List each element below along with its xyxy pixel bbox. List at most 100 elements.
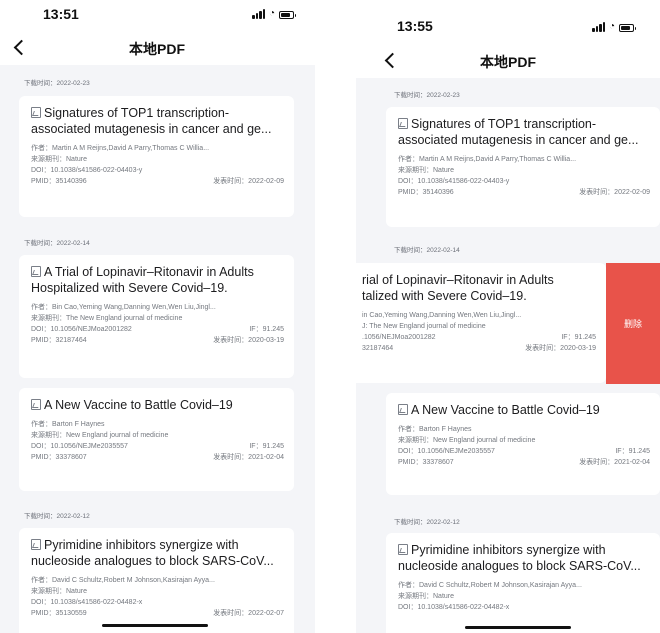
pdf-card-title: Signatures of TOP1 transcription-associa…	[31, 106, 272, 136]
publish-date: 发表时间：2022-02-09	[579, 189, 650, 196]
authors: 作者：David C Schultz,Robert M Johnson,Kasi…	[398, 582, 582, 589]
pdf-card-meta: in Cao,Yeming Wang,Danning Wen,Wen Liu,J…	[362, 310, 596, 354]
doi: .1056/NEJMoa2001282	[362, 334, 436, 341]
doi-row: DOI：10.1056/NEJMoa2001282 IF：91.245	[31, 324, 284, 335]
pdf-card-meta: 作者：Bin Cao,Yeming Wang,Danning Wen,Wen L…	[31, 302, 284, 346]
pdf-card[interactable]: A New Vaccine to Battle Covid–19 作者：Bart…	[19, 388, 294, 491]
pdf-file-icon	[31, 539, 41, 550]
wifi-icon: ◔	[609, 21, 616, 32]
phone-screen-right: 13:55 ◔ 本地PDF 下载时间：2022-02-23 Signatures…	[356, 0, 660, 633]
status-time: 13:55	[397, 18, 433, 34]
phone-screen-left: 13:51 ◔ 本地PDF 下载时间：2022-02-23 Signatures…	[0, 0, 315, 633]
download-date-label: 下载时间：2022-02-14	[24, 240, 90, 247]
journal: 来源期刊：New England journal of medicine	[31, 432, 169, 439]
pmid: PMID：35140396	[31, 178, 87, 185]
status-icons: ◔	[252, 9, 297, 19]
impact-factor: IF：91.245	[561, 334, 596, 341]
pdf-card-title: Pyrimidine inhibitors synergize with nuc…	[31, 538, 274, 568]
page-title: 本地PDF	[129, 41, 185, 57]
pmid: PMID：32187464	[31, 337, 87, 344]
impact-factor: IF：91.245	[249, 443, 284, 450]
battery-icon	[619, 24, 637, 32]
publish-date: 发表时间：2020-03-19	[213, 337, 284, 344]
pdf-file-icon	[31, 399, 41, 410]
publish-date: 发表时间：2020-03-19	[525, 345, 596, 352]
impact-factor: IF：91.245	[249, 326, 284, 333]
download-date-label: 下载时间：2022-02-12	[24, 513, 90, 520]
doi: DOI：10.1056/NEJMe2035557	[398, 448, 495, 455]
status-time: 13:51	[43, 6, 79, 22]
pdf-file-icon	[31, 107, 41, 118]
pdf-card[interactable]: A New Vaccine to Battle Covid–19 作者：Bart…	[386, 393, 660, 495]
download-date-label: 下载时间：2022-02-12	[394, 519, 460, 526]
publish-date: 发表时间：2022-02-09	[213, 178, 284, 185]
pdf-card-title: Signatures of TOP1 transcription-associa…	[398, 117, 639, 147]
title-line-1: rial of Lopinavir–Ritonavir in Adults	[362, 273, 554, 287]
pdf-card-meta: 作者：David C Schultz,Robert M Johnson,Kasi…	[31, 575, 284, 619]
download-date-label: 下载时间：2022-02-23	[24, 80, 90, 87]
doi: DOI：10.1056/NEJMe2035557	[31, 443, 128, 450]
doi: DOI：10.1038/s41586-022-04482-x	[398, 604, 510, 611]
battery-icon	[279, 11, 297, 19]
journal: 来源期刊：Nature	[31, 156, 88, 163]
pdf-card-meta: 作者：Barton F Haynes 来源期刊：New England jour…	[31, 419, 284, 463]
doi-row: .1056/NEJMoa2001282 IF：91.245	[362, 332, 596, 343]
pdf-card[interactable]: Pyrimidine inhibitors synergize with nuc…	[386, 533, 660, 633]
pdf-card-title: A New Vaccine to Battle Covid–19	[398, 402, 650, 418]
pmid-row: PMID：32187464 发表时间：2020-03-19	[31, 335, 284, 346]
pmid-row: PMID：35140396 发表时间：2022-02-09	[398, 187, 650, 198]
publish-date: 发表时间：2022-02-07	[213, 610, 284, 617]
authors: 作者：Martin A M Reijns,David A Parry,Thoma…	[31, 145, 210, 152]
pmid: PMID：33378607	[31, 454, 87, 461]
pmid-row: PMID：33378607 发表时间：2021-02-04	[398, 457, 650, 468]
home-indicator	[465, 626, 571, 629]
authors: 作者：Barton F Haynes	[31, 421, 105, 428]
authors: 作者：David C Schultz,Robert M Johnson,Kasi…	[31, 577, 215, 584]
pdf-card-meta: 作者：Barton F Haynes 来源期刊：New England jour…	[398, 424, 650, 468]
download-date-label: 下载时间：2022-02-23	[394, 92, 460, 99]
journal: 来源期刊：Nature	[31, 588, 88, 595]
journal: 来源期刊：Nature	[398, 593, 455, 600]
pmid: 32187464	[362, 345, 394, 352]
doi: DOI：10.1038/s41586-022-04482-x	[31, 599, 143, 606]
authors: 作者：Martin A M Reijns,David A Parry,Thoma…	[398, 156, 577, 163]
pdf-file-icon	[398, 404, 408, 415]
delete-button[interactable]: 删除	[606, 263, 660, 384]
pmid: PMID：35140396	[398, 189, 454, 196]
status-icons: ◔	[592, 21, 637, 32]
pdf-card-meta: 作者：David C Schultz,Robert M Johnson,Kasi…	[398, 580, 650, 613]
pmid-row: 32187464 发表时间：2020-03-19	[362, 343, 596, 354]
pdf-file-icon	[398, 544, 408, 555]
authors: in Cao,Yeming Wang,Danning Wen,Wen Liu,J…	[362, 312, 522, 319]
pdf-card[interactable]: Pyrimidine inhibitors synergize with nuc…	[19, 528, 294, 633]
pmid-row: PMID：33378607 发表时间：2021-02-04	[31, 452, 284, 463]
signal-icon	[252, 9, 265, 19]
pmid: PMID：35130559	[31, 610, 87, 617]
pdf-card[interactable]: Signatures of TOP1 transcription-associa…	[19, 96, 294, 217]
pdf-file-icon	[398, 118, 408, 129]
doi-row: DOI：10.1056/NEJMe2035557 IF：91.245	[398, 446, 650, 457]
pdf-card-title: Pyrimidine inhibitors synergize with nuc…	[398, 543, 641, 573]
journal: 来源期刊：New England journal of medicine	[398, 437, 536, 444]
doi: DOI：10.1056/NEJMoa2001282	[31, 326, 132, 333]
impact-factor: IF：91.245	[615, 448, 650, 455]
authors: 作者：Barton F Haynes	[398, 426, 472, 433]
journal: J: The New England journal of medicine	[362, 323, 486, 330]
pdf-card[interactable]: A Trial of Lopinavir–Ritonavir in Adults…	[19, 255, 294, 378]
journal: 来源期刊：Nature	[398, 167, 455, 174]
pdf-card-meta: 作者：Martin A M Reijns,David A Parry,Thoma…	[31, 143, 284, 187]
pdf-file-icon	[31, 266, 41, 277]
signal-icon	[592, 22, 605, 32]
publish-date: 发表时间：2021-02-04	[579, 459, 650, 466]
publish-date: 发表时间：2021-02-04	[213, 454, 284, 461]
pmid-row: PMID：35130559 发表时间：2022-02-07	[31, 608, 284, 619]
journal: 来源期刊：The New England journal of medicine	[31, 315, 183, 322]
home-indicator	[102, 624, 208, 627]
pmid-row: PMID：35140396 发表时间：2022-02-09	[31, 176, 284, 187]
pdf-card-swiped[interactable]: rial of Lopinavir–Ritonavir in Adults ta…	[356, 263, 606, 383]
pdf-card[interactable]: Signatures of TOP1 transcription-associa…	[386, 107, 660, 227]
authors: 作者：Bin Cao,Yeming Wang,Danning Wen,Wen L…	[31, 304, 216, 311]
pdf-card-meta: 作者：Martin A M Reijns,David A Parry,Thoma…	[398, 154, 650, 198]
doi: DOI：10.1038/s41586-022-04403-y	[31, 167, 143, 174]
pdf-card-title: rial of Lopinavir–Ritonavir in Adults ta…	[362, 272, 596, 304]
